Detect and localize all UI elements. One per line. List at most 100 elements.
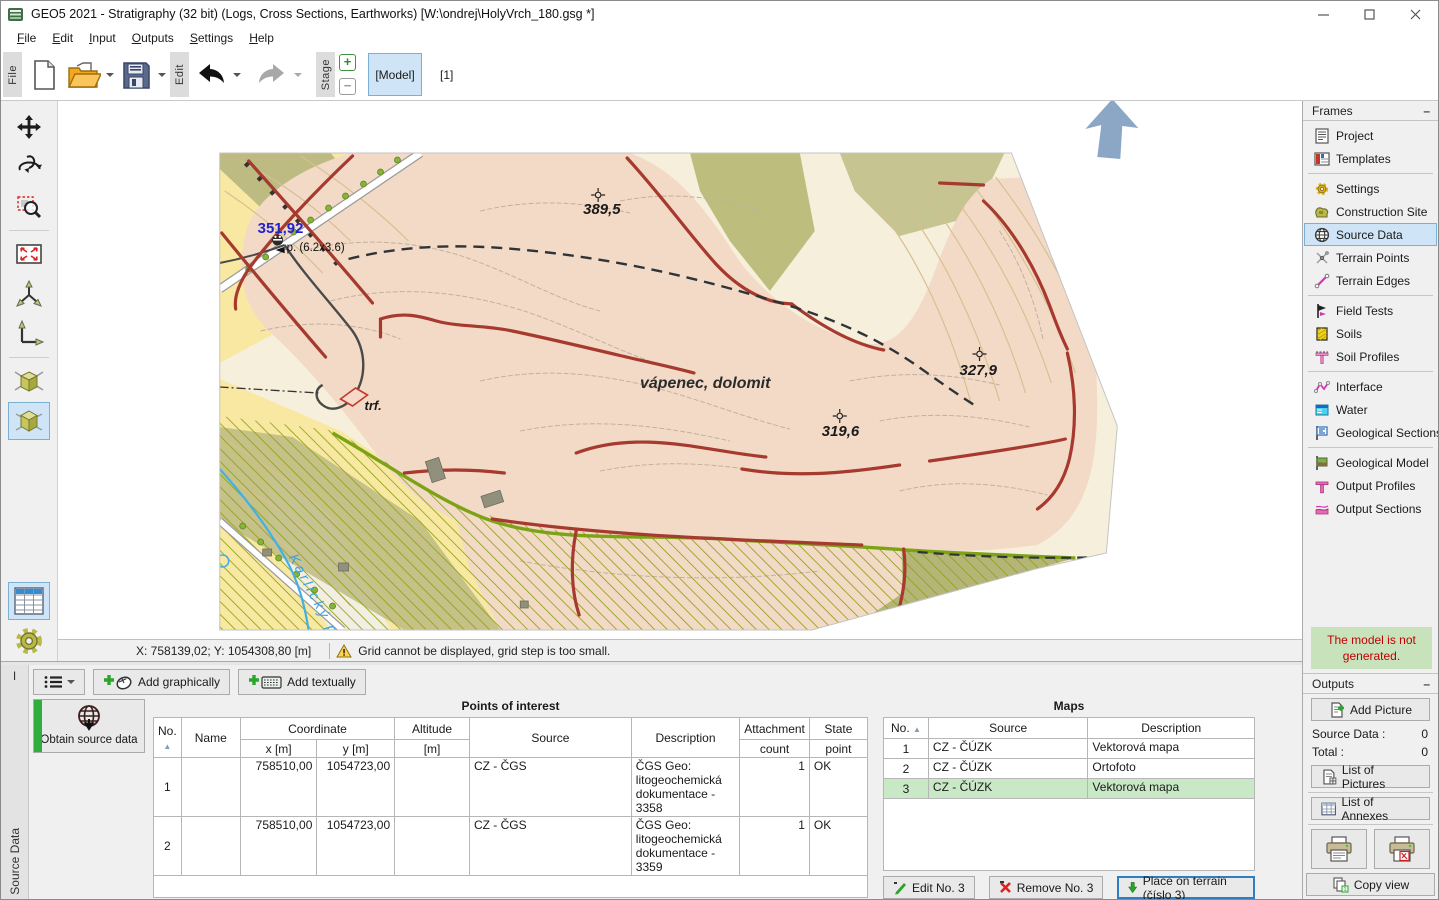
view-tool-column: [1, 101, 58, 661]
maps-table[interactable]: No. ▲ Source Description 1 CZ - ČÚZK Vek…: [883, 717, 1255, 799]
col-name[interactable]: Name: [181, 718, 240, 758]
frame-item-interface[interactable]: Interface: [1304, 375, 1437, 398]
points-of-interest-table[interactable]: No. ▲ Name Coordinate Altitude Source De…: [153, 717, 868, 876]
col-description[interactable]: Description: [631, 718, 739, 758]
points-row-1[interactable]: 1 758510,00 1054723,00 CZ - ČGS ČGS Geo:…: [154, 758, 868, 817]
frames-minimize-button[interactable]: –: [1423, 104, 1430, 118]
frame-item-terrain-edges[interactable]: Terrain Edges: [1304, 269, 1437, 292]
col-no[interactable]: No. ▲: [154, 718, 182, 758]
menu-outputs[interactable]: Outputs: [124, 29, 182, 47]
rotate-view-button[interactable]: [8, 148, 50, 186]
zoom-region-button[interactable]: [8, 188, 50, 226]
list-of-pictures-button[interactable]: List of Pictures: [1311, 765, 1430, 788]
col-coordinate[interactable]: Coordinate: [240, 718, 394, 740]
frame-item-terrain-points[interactable]: Terrain Points: [1304, 246, 1437, 269]
undo-dropdown[interactable]: [231, 51, 243, 98]
redo-button[interactable]: [253, 52, 291, 97]
add-graphically-button[interactable]: Add graphically: [93, 669, 230, 695]
axonometric-view-button[interactable]: [8, 402, 50, 440]
stage-remove-button[interactable]: −: [339, 78, 356, 95]
frames-title: Frames: [1312, 104, 1353, 118]
frame-item-templates[interactable]: Templates: [1304, 147, 1437, 170]
axes-2d-button[interactable]: [8, 315, 50, 353]
print-button[interactable]: [1311, 829, 1367, 869]
col-state-unit: point: [809, 740, 867, 758]
pan-tool-button[interactable]: [8, 108, 50, 146]
gear-icon: [12, 624, 46, 658]
frame-item-project[interactable]: Project: [1304, 124, 1437, 147]
new-file-button[interactable]: [25, 52, 63, 97]
maps-col-no[interactable]: No. ▲: [884, 718, 929, 739]
list-mode-dropdown[interactable]: [67, 680, 75, 684]
map-canvas[interactable]: 389,5 327,9 319,6 vápenec, dolomit 351,9…: [58, 101, 1302, 661]
copy-view-button[interactable]: 1 Copy view: [1306, 873, 1435, 896]
warning-icon: [336, 644, 352, 658]
maps-row-2[interactable]: 2 CZ - ČÚZK Ortofoto: [884, 759, 1255, 779]
edit-pencil-icon: [893, 881, 907, 895]
save-file-dropdown[interactable]: [156, 51, 168, 98]
close-button[interactable]: [1392, 1, 1438, 27]
frame-item-geological-model[interactable]: Geological Model: [1304, 451, 1437, 474]
col-altitude[interactable]: Altitude: [395, 718, 470, 740]
maps-row-3-selected[interactable]: 3 CZ - ČÚZK Vektorová mapa: [884, 779, 1255, 799]
axes-3d-icon: [14, 279, 44, 309]
maps-row-1[interactable]: 1 CZ - ČÚZK Vektorová mapa: [884, 739, 1255, 759]
copy-view-icon: 1: [1332, 877, 1349, 893]
remove-map-button[interactable]: Remove No. 3: [989, 876, 1104, 899]
stage-model-button[interactable]: [Model]: [368, 53, 422, 96]
col-state[interactable]: State: [809, 718, 867, 740]
frame-item-settings[interactable]: Settings: [1304, 177, 1437, 200]
frame-item-source-data[interactable]: Source Data: [1304, 223, 1437, 246]
perspective-view-button[interactable]: [8, 362, 50, 400]
stage-number-label: [1]: [430, 51, 463, 98]
soils-icon: [1314, 326, 1330, 342]
map-viewport[interactable]: 389,5 327,9 319,6 vápenec, dolomit 351,9…: [58, 101, 1302, 639]
add-picture-icon: [1329, 702, 1345, 718]
menu-settings[interactable]: Settings: [182, 29, 241, 47]
drawing-settings-button[interactable]: [8, 622, 50, 660]
zoom-extents-button[interactable]: [8, 235, 50, 273]
minimize-button[interactable]: [1300, 1, 1346, 27]
open-file-dropdown[interactable]: [104, 51, 116, 98]
open-folder-icon: [67, 60, 101, 90]
maps-col-description[interactable]: Description: [1088, 718, 1255, 739]
col-x[interactable]: x [m]: [240, 740, 317, 758]
save-file-button[interactable]: [117, 52, 155, 97]
col-attachment[interactable]: Attachment: [740, 718, 810, 740]
frame-item-soils[interactable]: Soils: [1304, 322, 1437, 345]
table-view-button[interactable]: [8, 582, 50, 620]
menu-file[interactable]: File: [9, 29, 44, 47]
frame-item-geological-sections[interactable]: Geological Sections: [1304, 421, 1437, 444]
terrain-points-icon: [1314, 250, 1330, 266]
list-mode-button[interactable]: [33, 669, 85, 695]
redo-dropdown[interactable]: [292, 51, 304, 98]
add-textually-icon: [248, 674, 282, 690]
col-y[interactable]: y [m]: [317, 740, 395, 758]
print-log-button[interactable]: [1374, 829, 1430, 869]
edit-map-button[interactable]: Edit No. 3: [883, 876, 975, 899]
add-textually-button[interactable]: Add textually: [238, 669, 366, 695]
obtain-source-data-button[interactable]: Obtain source data: [33, 699, 145, 753]
source-data-side-tab[interactable]: I Source Data: [1, 665, 29, 899]
undo-button[interactable]: [192, 52, 230, 97]
stage-add-button[interactable]: +: [339, 54, 356, 71]
place-on-terrain-button[interactable]: Place on terrain (číslo 3): [1117, 876, 1255, 899]
maps-col-source[interactable]: Source: [928, 718, 1088, 739]
menu-help[interactable]: Help: [241, 29, 282, 47]
frame-item-output-sections[interactable]: Output Sections: [1304, 497, 1437, 520]
add-picture-button[interactable]: Add Picture: [1311, 698, 1430, 721]
points-row-2[interactable]: 2 758510,00 1054723,00 CZ - ČGS ČGS Geo:…: [154, 817, 868, 876]
frame-item-soil-profiles[interactable]: Soil Profiles: [1304, 345, 1437, 368]
frame-item-field-tests[interactable]: Field Tests: [1304, 299, 1437, 322]
frame-item-water[interactable]: Water: [1304, 398, 1437, 421]
list-of-annexes-button[interactable]: List of Annexes: [1311, 797, 1430, 820]
axes-3d-button[interactable]: [8, 275, 50, 313]
col-source[interactable]: Source: [469, 718, 631, 758]
maximize-button[interactable]: [1346, 1, 1392, 27]
frame-item-construction-site[interactable]: Construction Site: [1304, 200, 1437, 223]
open-file-button[interactable]: [65, 52, 103, 97]
frame-item-output-profiles[interactable]: Output Profiles: [1304, 474, 1437, 497]
menu-edit[interactable]: Edit: [44, 29, 81, 47]
outputs-minimize-button[interactable]: –: [1423, 677, 1430, 691]
menu-input[interactable]: Input: [81, 29, 124, 47]
